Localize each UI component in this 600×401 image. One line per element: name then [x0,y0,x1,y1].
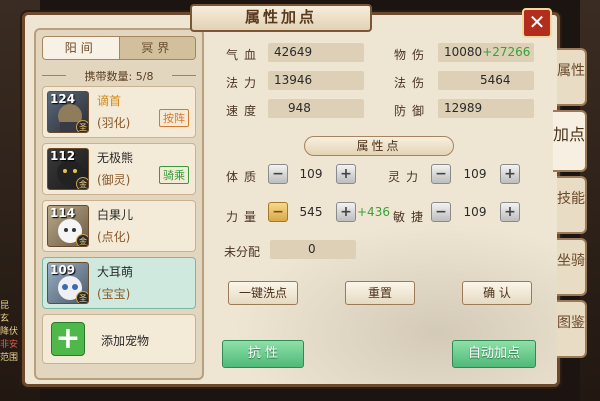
pet-form: (点化) [97,230,131,244]
reset-button[interactable]: 重置 [345,281,415,305]
pet-name: 大耳萌 [97,265,134,279]
tab-yang-realm[interactable]: 阳间 [43,37,119,59]
plus-icon: + [504,204,516,220]
pet-item[interactable]: 124 圣 谪首 (羽化) 按阵 [42,86,196,138]
attr-label-unallocated: 未分配 [224,245,261,259]
stat-label-mag-atk: 法伤 [394,76,431,90]
plus-button-spirit[interactable]: + [500,164,520,184]
stat-label-speed: 速度 [226,104,263,118]
stat-bonus-phys-atk: +27266 [482,45,531,59]
stat-label-phys-atk: 物伤 [394,48,431,62]
pet-form: (宝宝) [97,287,131,301]
attr-value-unallocated: 0 [270,240,356,259]
pet-status-stamp: 按阵 [159,109,189,127]
pet-grade-badge: 圣 [76,120,88,132]
pet-level: 109 [50,263,76,277]
attr-bonus-strength: +436 [357,205,390,219]
pet-name: 白果儿 [97,208,134,222]
realm-toggle: 阳间 冥界 [42,36,196,60]
confirm-button[interactable]: 确 认 [462,281,532,305]
plus-icon: + [340,166,352,182]
stat-value-speed: 948 [268,99,364,118]
tab-mount[interactable]: 坐骑 [557,238,587,296]
tab-attributes[interactable]: 属性 [557,48,587,106]
stat-value-hp: 42649 [268,43,364,62]
plus-icon: + [51,322,85,356]
pet-level: 114 [50,206,76,220]
carry-count: 携带数量: 5/8 [84,70,154,83]
divider [172,75,196,76]
attr-value-spirit: 109 [463,167,487,181]
stat-label-mp: 法力 [226,76,263,90]
one-click-reset-button[interactable]: 一键洗点 [228,281,298,305]
pet-avatar: 112 金 [47,148,89,190]
resistance-button[interactable]: 抗 性 [222,340,304,368]
pet-form: (羽化) [97,116,131,130]
close-icon: ✕ [528,10,546,34]
pet-grade-badge: 圣 [76,291,88,303]
pet-avatar: 114 金 [47,205,89,247]
stat-label-hp: 气血 [226,48,263,62]
pet-form: (御灵) [97,173,131,187]
tab-handbook[interactable]: 图鉴 [557,300,587,358]
pet-grade-badge: 金 [76,234,88,246]
attribute-points-header: 属性点 [304,136,454,156]
pet-level: 124 [50,92,76,106]
tab-underworld[interactable]: 冥界 [118,37,195,59]
pet-item[interactable]: 112 金 无极熊 (御灵) 骑乘 [42,143,196,195]
plus-button-constitution[interactable]: + [336,164,356,184]
attr-label-constitution: 体质 [226,170,263,184]
plus-button-strength[interactable]: + [336,202,356,222]
add-pet-button[interactable]: + 添加宠物 [42,314,196,364]
plus-icon: + [504,166,516,182]
stat-value-defense: 12989 [438,99,534,118]
add-pet-label: 添加宠物 [101,334,150,348]
pet-avatar: 124 圣 [47,91,89,133]
attr-label-strength: 力量 [226,210,263,224]
dialog-title: 属性加点 [190,4,372,32]
pet-name: 谪首 [97,94,122,108]
pet-status-stamp: 骑乘 [159,166,189,184]
stat-value-phys-atk: 10080+27266 [438,43,534,62]
attr-value-strength: 545 [299,205,323,219]
tab-add-points[interactable]: 加点 [553,110,587,172]
pet-item-selected[interactable]: 109 圣 大耳萌 (宝宝) [42,257,196,309]
plus-button-agility[interactable]: + [500,202,520,222]
stat-value-mp: 13946 [268,71,364,90]
attr-value-constitution: 109 [299,167,323,181]
pet-grade-badge: 金 [76,177,88,189]
stat-label-defense: 防御 [394,104,431,118]
pet-list-panel: 阳间 冥界 携带数量: 5/8 124 圣 谪首 (羽化) 按阵 112 金 无… [34,28,204,380]
pet-avatar: 109 圣 [47,262,89,304]
tab-skills[interactable]: 技能 [557,176,587,234]
auto-assign-button[interactable]: 自动加点 [452,340,536,368]
attr-label-agility: 敏捷 [393,210,430,224]
background-text: 昆 玄 降伏 非安 范围 [0,301,19,363]
plus-icon: + [340,204,352,220]
pet-item[interactable]: 114 金 白果儿 (点化) [42,200,196,252]
pet-level: 112 [50,149,76,163]
close-button[interactable]: ✕ [522,8,552,38]
stat-value-mag-atk: 5464 [438,71,534,90]
attr-label-spirit: 灵力 [388,170,425,184]
attr-value-agility: 109 [463,205,487,219]
pet-name: 无极熊 [97,151,134,165]
